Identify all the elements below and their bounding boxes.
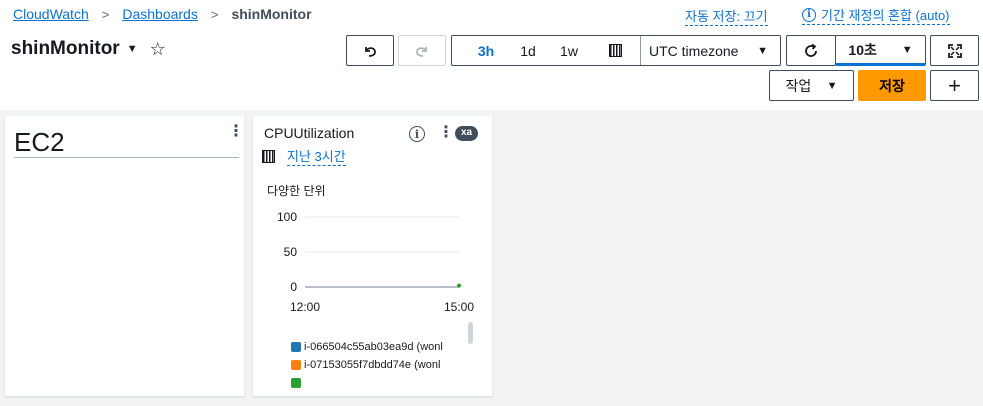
page-title: shinMonitor	[11, 38, 120, 59]
caret-down-icon: ▼	[757, 44, 768, 57]
data-point[interactable]	[457, 283, 461, 288]
divider	[14, 157, 239, 158]
time-range-selector: 3h 1d 1w UTC timezone ▼	[451, 35, 781, 66]
legend-item[interactable]: i-07153055f7dbdd74e (wonl	[291, 356, 443, 374]
y-tick-label: 0	[290, 280, 297, 294]
chevron-right-icon: >	[210, 6, 219, 22]
actions-button[interactable]: 작업 ▼	[769, 70, 854, 101]
timezone-select[interactable]: UTC timezone ▼	[640, 36, 780, 65]
expand-icon	[947, 43, 962, 58]
period-override-link[interactable]: i 기간 재정의 혼합 (auto)	[802, 5, 950, 25]
legend-item[interactable]	[291, 374, 443, 392]
calendar-icon	[608, 44, 622, 57]
widget-ec2: EC2 ⋮	[5, 116, 244, 396]
breadcrumb-dashboards[interactable]: Dashboards	[122, 6, 198, 22]
save-button[interactable]: 저장	[858, 70, 926, 101]
timezone-value: UTC timezone	[649, 42, 739, 59]
top-header: CloudWatch > Dashboards > shinMonitor 자동…	[0, 0, 983, 110]
cpu-chart: 100 50 0 12:00 15:00	[277, 210, 474, 314]
period-override-label: 기간 재정의 혼합 (auto)	[821, 8, 950, 23]
legend-swatch	[291, 342, 301, 352]
breadcrumb-current: shinMonitor	[231, 6, 312, 22]
legend-label: i-066504c55ab03ea9d (wonl	[304, 341, 443, 353]
legend-swatch	[291, 360, 301, 370]
star-icon[interactable]: ☆	[150, 39, 166, 60]
add-widget-button[interactable]: +	[930, 70, 979, 101]
refresh-interval-select[interactable]: 10초 ▼	[835, 35, 926, 66]
y-tick-label: 50	[284, 245, 298, 259]
caret-down-icon: ▼	[901, 43, 913, 56]
calendar-button[interactable]	[590, 36, 640, 65]
info-icon: i	[802, 7, 816, 22]
chart-legend: i-066504c55ab03ea9d (wonl i-07153055f7dbd…	[291, 338, 443, 392]
x-tick-label: 12:00	[290, 300, 320, 314]
refresh-icon	[805, 43, 817, 57]
breadcrumb: CloudWatch > Dashboards > shinMonitor	[13, 6, 312, 22]
legend-swatch	[291, 378, 301, 388]
widget-title: EC2	[14, 127, 65, 157]
redo-button[interactable]	[398, 35, 446, 66]
autosave-toggle[interactable]: 자동 저장: 끄기	[685, 6, 768, 26]
range-1w[interactable]: 1w	[548, 36, 590, 65]
legend-scrollbar[interactable]	[468, 322, 473, 344]
actions-label: 작업	[785, 77, 812, 94]
refresh-interval-value: 10초	[848, 41, 877, 58]
chevron-right-icon: >	[101, 6, 110, 22]
redo-icon	[416, 46, 427, 57]
caret-down-icon: ▼	[826, 79, 838, 92]
legend-label: i-07153055f7dbdd74e (wonl	[304, 359, 441, 371]
undo-icon	[365, 46, 376, 57]
undo-button[interactable]	[346, 35, 394, 66]
fullscreen-button[interactable]	[930, 35, 979, 66]
range-1d[interactable]: 1d	[508, 36, 548, 65]
legend-item[interactable]: i-066504c55ab03ea9d (wonl	[291, 338, 443, 356]
y-tick-label: 100	[277, 210, 297, 224]
x-tick-label: 15:00	[444, 300, 474, 314]
dashboard-title: shinMonitor ▼ ☆	[11, 38, 166, 60]
caret-down-icon[interactable]: ▼	[127, 43, 138, 55]
widget-cpu-utilization: CPUUtilization i ⋮ xa 지난 3시간 다양한 단위 100 5…	[253, 116, 492, 396]
refresh-button[interactable]	[786, 35, 836, 66]
breadcrumb-cloudwatch[interactable]: CloudWatch	[13, 6, 89, 22]
range-3h[interactable]: 3h	[464, 36, 508, 65]
more-options-icon[interactable]: ⋮	[228, 124, 244, 140]
